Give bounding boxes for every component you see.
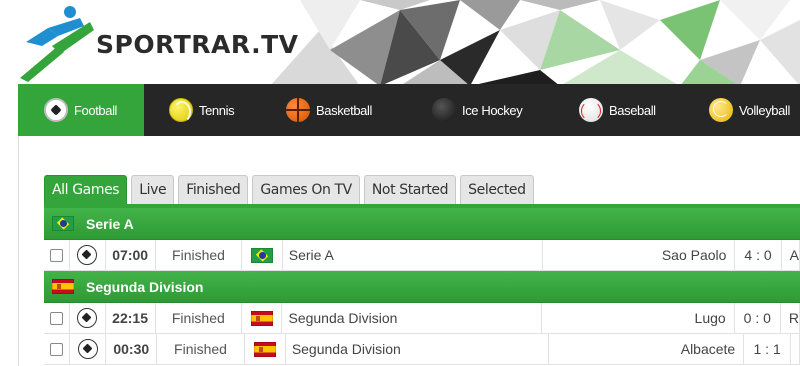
match-league[interactable]: Segunda Division <box>286 333 550 365</box>
sport-navigation: Football Tennis Basketball Ice Hockey Ba… <box>18 84 800 136</box>
site-logo[interactable]: SPORTRAR.TV <box>18 2 298 82</box>
sport-tab-label: Volleyball <box>739 102 790 118</box>
logo-mark-icon <box>20 6 94 82</box>
sport-tab-ice-hockey[interactable]: Ice Hockey <box>408 84 554 136</box>
select-cell <box>44 333 71 365</box>
match-league[interactable]: Serie A <box>283 239 543 271</box>
basketball-icon <box>286 98 310 122</box>
sport-cell <box>70 333 107 365</box>
sport-tab-basketball[interactable]: Basketball <box>262 84 408 136</box>
spain-flag-icon <box>250 310 273 326</box>
league-name: Serie A <box>86 215 134 232</box>
home-team[interactable]: Albacete <box>549 333 745 365</box>
sport-tab-label: Basketball <box>316 102 372 118</box>
match-status: Finished <box>156 239 243 271</box>
football-icon <box>44 98 68 122</box>
brazil-flag-icon <box>251 247 274 263</box>
match-status: Finished <box>156 302 243 334</box>
away-team[interactable] <box>791 333 800 365</box>
brazil-flag-icon <box>52 216 74 231</box>
sport-tab-label: Football <box>74 102 118 118</box>
sport-tab-baseball[interactable]: Baseball <box>554 84 684 136</box>
match-status: Finished <box>157 333 245 365</box>
sport-tab-label: Tennis <box>199 102 235 118</box>
match-score[interactable]: 4 : 0 <box>735 239 782 271</box>
match-score[interactable]: 0 : 0 <box>735 302 781 334</box>
select-checkbox[interactable] <box>50 342 64 356</box>
flag-cell <box>245 333 286 365</box>
home-team[interactable]: Sao Paolo <box>543 239 736 271</box>
league-header[interactable]: Segunda Division <box>44 271 800 303</box>
table-row[interactable]: 07:00 Finished Serie A Sao Paolo 4 : 0 A <box>44 239 800 271</box>
match-time: 22:15 <box>106 302 156 334</box>
football-icon <box>77 245 98 265</box>
tennis-icon <box>169 98 193 123</box>
away-team[interactable]: A <box>782 239 800 271</box>
select-cell <box>44 302 70 334</box>
sport-tab-label: Baseball <box>609 102 656 118</box>
league-header[interactable]: Serie A <box>44 208 800 240</box>
spain-flag-icon <box>52 279 74 294</box>
match-score[interactable]: 1 : 1 <box>744 333 792 365</box>
select-checkbox[interactable] <box>49 311 63 325</box>
match-time: 07:00 <box>106 239 156 271</box>
tab-all-games[interactable]: All Games <box>44 175 128 204</box>
spain-flag-icon <box>253 341 276 357</box>
flag-cell <box>242 239 283 271</box>
select-cell <box>44 239 71 271</box>
away-team[interactable]: R <box>781 302 800 334</box>
sport-tab-tennis[interactable]: Tennis <box>144 84 262 136</box>
football-icon <box>77 308 98 328</box>
site-name: SPORTRAR.TV <box>96 30 299 59</box>
sport-cell <box>70 302 106 334</box>
league-name: Segunda Division <box>86 278 204 295</box>
sport-cell <box>70 239 106 271</box>
sport-tab-label: Ice Hockey <box>462 102 523 118</box>
baseball-icon <box>579 98 603 122</box>
select-checkbox[interactable] <box>50 248 63 262</box>
home-team[interactable]: Lugo <box>542 302 735 334</box>
tab-not-started[interactable]: Not Started <box>363 175 457 204</box>
table-row[interactable]: 22:15 Finished Segunda Division Lugo 0 :… <box>44 302 800 334</box>
tab-finished[interactable]: Finished <box>178 175 249 204</box>
football-icon <box>77 339 98 359</box>
matches-table: Serie A 07:00 Finished Serie A Sao Paolo… <box>44 208 800 365</box>
sport-tab-football[interactable]: Football <box>18 84 144 136</box>
match-league[interactable]: Segunda Division <box>282 302 543 334</box>
sport-tab-volleyball[interactable]: Volleyball <box>684 84 800 136</box>
tab-selected[interactable]: Selected <box>460 175 534 204</box>
filter-tabs: All Games Live Finished Games On TV Not … <box>44 175 538 204</box>
tab-games-on-tv[interactable]: Games On TV <box>252 175 360 204</box>
table-row[interactable]: 00:30 Finished Segunda Division Albacete… <box>44 333 800 365</box>
volleyball-icon <box>709 98 733 122</box>
flag-cell <box>242 302 283 334</box>
tab-live[interactable]: Live <box>131 175 175 204</box>
match-time: 00:30 <box>106 333 158 365</box>
site-header: SPORTRAR.TV <box>0 0 800 86</box>
ice-hockey-icon <box>432 98 456 122</box>
